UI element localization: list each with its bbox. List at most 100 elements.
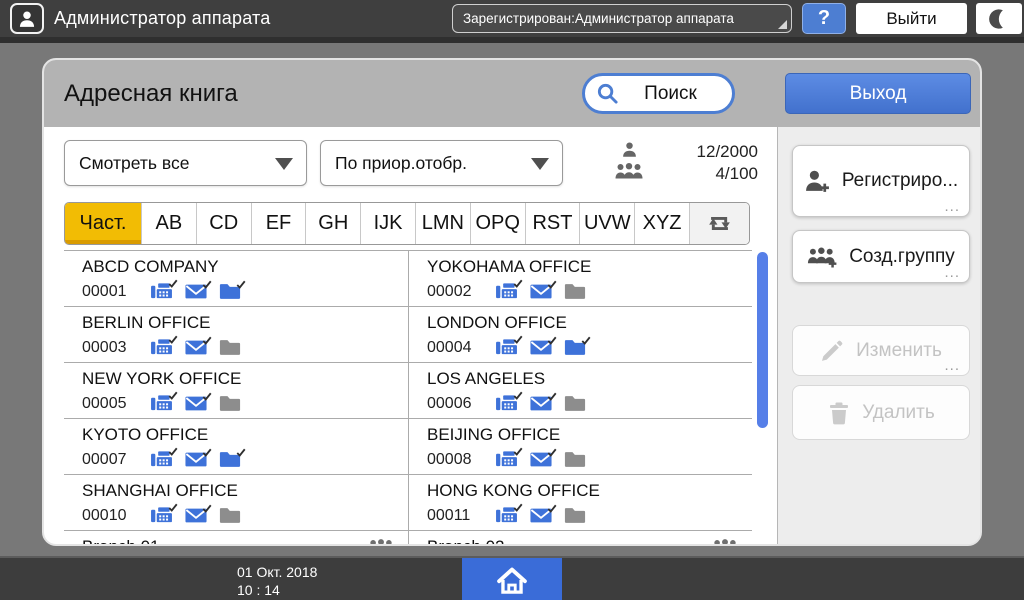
chevron-down-icon xyxy=(275,158,293,170)
pencil-icon xyxy=(820,338,845,363)
address-entry[interactable]: KYOTO OFFICE 00007 xyxy=(64,419,408,475)
entry-name: LONDON OFFICE xyxy=(427,313,567,332)
entry-count: 12/2000 xyxy=(696,142,758,161)
email-icon xyxy=(530,451,552,468)
entry-number: 00011 xyxy=(427,506,471,524)
list-scrollbar[interactable] xyxy=(757,251,768,543)
address-entry[interactable]: LONDON OFFICE 00004 xyxy=(408,307,752,363)
logout-button[interactable]: Выйти xyxy=(856,3,967,34)
register-button[interactable]: Регистриро... ... xyxy=(792,145,970,217)
entry-name: NEW YORK OFFICE xyxy=(82,369,242,388)
entry-name: HONG KONG OFFICE xyxy=(427,481,600,500)
email-icon xyxy=(185,507,207,524)
tab-label: GH xyxy=(318,212,349,234)
folder-icon xyxy=(564,283,586,300)
tab-label: Част. xyxy=(79,212,127,234)
search-label: Поиск xyxy=(644,82,697,104)
check-icon xyxy=(202,501,212,519)
fax-icon xyxy=(495,394,518,413)
login-status-dropdown[interactable]: Зарегистрирован:Администратор аппарата xyxy=(452,4,792,33)
entry-name: Branch 01 xyxy=(82,537,398,544)
entry-number: 00007 xyxy=(82,450,127,468)
address-entry[interactable]: LOS ANGELES 00006 xyxy=(408,363,752,419)
address-entry[interactable]: SHANGHAI OFFICE 00010 xyxy=(64,475,408,531)
entry-number: 00005 xyxy=(82,394,127,412)
folder-icon xyxy=(219,339,241,356)
scrollbar-thumb[interactable] xyxy=(757,252,768,428)
tab-uvw[interactable]: UVW xyxy=(579,203,635,244)
tab-xyz[interactable]: XYZ xyxy=(634,203,689,244)
tab-ef[interactable]: EF xyxy=(250,203,306,244)
action-sidebar: Регистриро... ... Созд.группу ... Измени… xyxy=(778,127,980,544)
home-icon xyxy=(495,565,529,596)
search-icon xyxy=(596,82,619,105)
address-book-panel: Адресная книга Поиск Выход Смотреть все … xyxy=(42,58,982,546)
entry-name: Branch 02 xyxy=(427,537,742,544)
exit-label: Выход xyxy=(849,82,907,104)
address-entry[interactable]: NEW YORK OFFICE 00005 xyxy=(64,363,408,419)
entry-number: 00010 xyxy=(82,506,127,524)
entry-number: 00002 xyxy=(427,282,472,300)
energy-saver-button[interactable] xyxy=(976,3,1022,34)
person-count-icon xyxy=(621,141,638,158)
tab-opq[interactable]: OPQ xyxy=(469,203,525,244)
tab-lmn[interactable]: LMN xyxy=(414,203,470,244)
check-icon xyxy=(547,277,557,295)
sort-order-value: По приор.отобр. xyxy=(335,152,468,173)
folder-icon xyxy=(219,395,241,412)
folder-icon xyxy=(219,507,241,524)
group-entry[interactable]: Branch 01 xyxy=(64,531,408,544)
switch-display-button[interactable] xyxy=(688,203,749,244)
check-icon xyxy=(202,389,212,407)
fax-icon xyxy=(495,506,518,525)
entry-number: 00003 xyxy=(82,338,127,356)
address-entry[interactable]: BEIJING OFFICE 00008 xyxy=(408,419,752,475)
status-time: 10 : 14 xyxy=(237,582,280,598)
entry-name: YOKOHAMA OFFICE xyxy=(427,257,592,276)
group-add-icon xyxy=(807,245,838,268)
home-button[interactable] xyxy=(462,558,562,600)
create-group-label: Созд.группу xyxy=(849,245,955,267)
check-icon xyxy=(581,333,591,351)
group-icon xyxy=(712,538,738,544)
tab-ab[interactable]: AB xyxy=(141,203,196,244)
check-icon xyxy=(168,500,178,518)
tab-label: UVW xyxy=(583,212,631,234)
delete-button[interactable]: Удалить xyxy=(792,385,970,440)
tab-cd[interactable]: CD xyxy=(195,203,251,244)
fax-icon xyxy=(150,282,173,301)
check-icon xyxy=(202,333,212,351)
search-button[interactable]: Поиск xyxy=(582,73,735,114)
address-entry[interactable]: BERLIN OFFICE 00003 xyxy=(64,307,408,363)
address-entry[interactable]: YOKOHAMA OFFICE 00002 xyxy=(408,251,752,307)
exit-button[interactable]: Выход xyxy=(785,73,971,114)
check-icon xyxy=(168,332,178,350)
tab-gh[interactable]: GH xyxy=(305,203,361,244)
entry-name: LOS ANGELES xyxy=(427,369,546,388)
check-icon xyxy=(547,389,557,407)
tab-rst[interactable]: RST xyxy=(524,203,580,244)
group-entry[interactable]: Branch 02 xyxy=(408,531,752,544)
tab-label: XYZ xyxy=(642,212,682,234)
sort-order-dropdown[interactable]: По приор.отобр. xyxy=(320,140,563,186)
tab-ijk[interactable]: IJK xyxy=(360,203,415,244)
entry-name: SHANGHAI OFFICE xyxy=(82,481,238,500)
tab-frequent[interactable]: Част. xyxy=(65,203,141,244)
tab-label: LMN xyxy=(421,212,464,234)
help-button[interactable]: ? xyxy=(802,3,846,34)
user-badge-button[interactable] xyxy=(10,3,44,34)
counter-icons xyxy=(612,141,646,180)
view-filter-value: Смотреть все xyxy=(79,152,190,173)
tab-label: CD xyxy=(209,212,239,234)
fax-icon xyxy=(495,338,518,357)
view-filter-dropdown[interactable]: Смотреть все xyxy=(64,140,307,186)
login-status-text: Зарегистрирован:Администратор аппарата xyxy=(463,11,734,26)
address-entry[interactable]: ABCD COMPANY 00001 xyxy=(64,251,408,307)
email-icon xyxy=(185,283,207,300)
entry-name: BEIJING OFFICE xyxy=(427,425,561,444)
edit-button[interactable]: Изменить ... xyxy=(792,325,970,376)
create-group-button[interactable]: Созд.группу ... xyxy=(792,230,970,283)
status-bar: 01 Окт. 2018 10 : 14 xyxy=(0,556,1024,600)
more-indicator: ... xyxy=(944,357,960,374)
address-entry[interactable]: HONG KONG OFFICE 00011 xyxy=(408,475,752,531)
